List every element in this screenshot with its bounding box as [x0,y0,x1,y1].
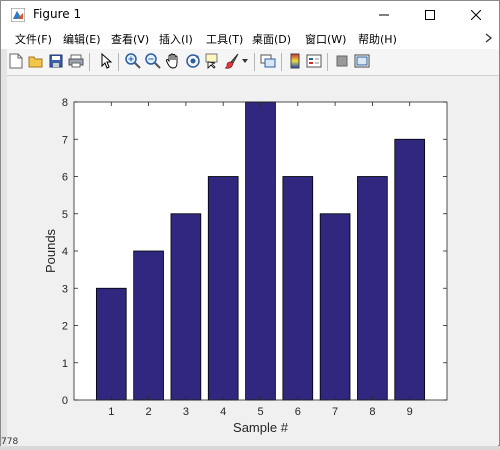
y-tick-label: 4 [62,246,68,258]
bar-4 [207,176,239,401]
bar-3 [170,213,202,401]
print-icon[interactable] [67,52,85,70]
open-file-icon[interactable] [27,52,45,70]
hide-plot-tools-icon[interactable] [333,52,351,70]
maximize-icon [425,10,435,20]
y-tick-label: 3 [62,283,68,295]
menu-window[interactable]: 窗口(W) [305,31,346,47]
menu-file[interactable]: 文件(F) [15,31,52,47]
y-tick-label: 8 [62,97,68,109]
link-plot-icon[interactable] [259,52,277,70]
figure-toolbar [1,49,499,76]
menu-tools[interactable]: 工具(T) [206,31,243,47]
x-axis-label: Sample # [233,420,289,435]
new-figure-icon[interactable] [7,52,25,70]
bar-2 [133,250,164,401]
toolbar-separator [254,53,255,71]
background-window-edge: 778 [1,49,18,447]
menu-help[interactable]: 帮助(H) [358,31,397,47]
title-bar[interactable]: Figure 1 [1,1,499,29]
toolbar-separator [327,53,328,71]
y-tick-label: 5 [62,209,68,221]
x-tick-label: 5 [257,406,263,418]
x-tick-label: 1 [108,406,114,418]
bar-7 [319,213,351,401]
y-tick-label: 7 [62,134,68,146]
close-icon [471,10,481,20]
bar-chart: 0 1 2 3 4 5 6 7 8 1 2 3 4 5 6 7 8 9 Sample # Pounds [43,97,448,435]
y-tick-label: 1 [62,358,68,370]
toolbar-separator [118,53,119,71]
zoom-out-icon[interactable] [144,52,162,70]
x-tick-label: 2 [146,406,152,418]
y-axis-label: Pounds [43,228,58,273]
pan-hand-icon[interactable] [164,52,182,70]
bar-5 [245,101,276,401]
menu-insert[interactable]: 插入(I) [159,31,193,47]
rotate-3d-icon[interactable] [184,52,202,70]
edit-plot-arrow-icon[interactable] [97,52,115,70]
y-tick-label: 0 [62,395,68,407]
toolbar-separator [89,53,90,71]
x-tick-label: 7 [332,406,338,418]
x-tick-label: 8 [369,406,375,418]
menu-desktop[interactable]: 桌面(D) [252,31,291,47]
show-plot-tools-icon[interactable] [353,52,371,70]
matlab-app-icon [11,8,25,22]
insert-legend-icon[interactable] [305,52,323,70]
menu-edit[interactable]: 编辑(E) [63,31,101,47]
menu-bar: 文件(F) 编辑(E) 查看(V) 插入(I) 工具(T) 桌面(D) 窗口(W… [1,29,499,49]
brush-dropdown-icon[interactable] [240,52,250,70]
maximize-button[interactable] [407,1,453,29]
y-tick-label: 2 [62,321,68,333]
insert-colorbar-icon[interactable] [286,52,304,70]
bar-1 [95,287,127,401]
x-tick-label: 4 [220,406,226,418]
menu-view[interactable]: 查看(V) [111,31,149,47]
brush-icon[interactable] [223,52,241,70]
x-tick-label: 6 [295,406,301,418]
arrow-right-icon[interactable] [483,32,493,44]
toolbar-separator [281,53,282,71]
close-button[interactable] [453,1,499,29]
data-cursor-icon[interactable] [204,52,222,70]
x-tick-label: 3 [183,406,189,418]
minimize-icon [379,14,389,16]
minimize-button[interactable] [361,1,407,29]
y-tick-label: 6 [62,172,68,184]
bar-9 [394,138,426,401]
bar-8 [357,176,388,401]
save-icon[interactable] [47,52,65,70]
figure-canvas: 0 1 2 3 4 5 6 7 8 1 2 3 4 5 6 7 8 9 Sample # Pounds [2,76,498,446]
x-tick-label: 9 [407,406,413,418]
window-title: Figure 1 [33,7,82,21]
bar-6 [282,176,314,401]
figure-window: Figure 1 文件(F) 编辑(E) 查看(V) 插入(I) 工具(T) 桌… [0,0,500,447]
zoom-in-icon[interactable] [124,52,142,70]
